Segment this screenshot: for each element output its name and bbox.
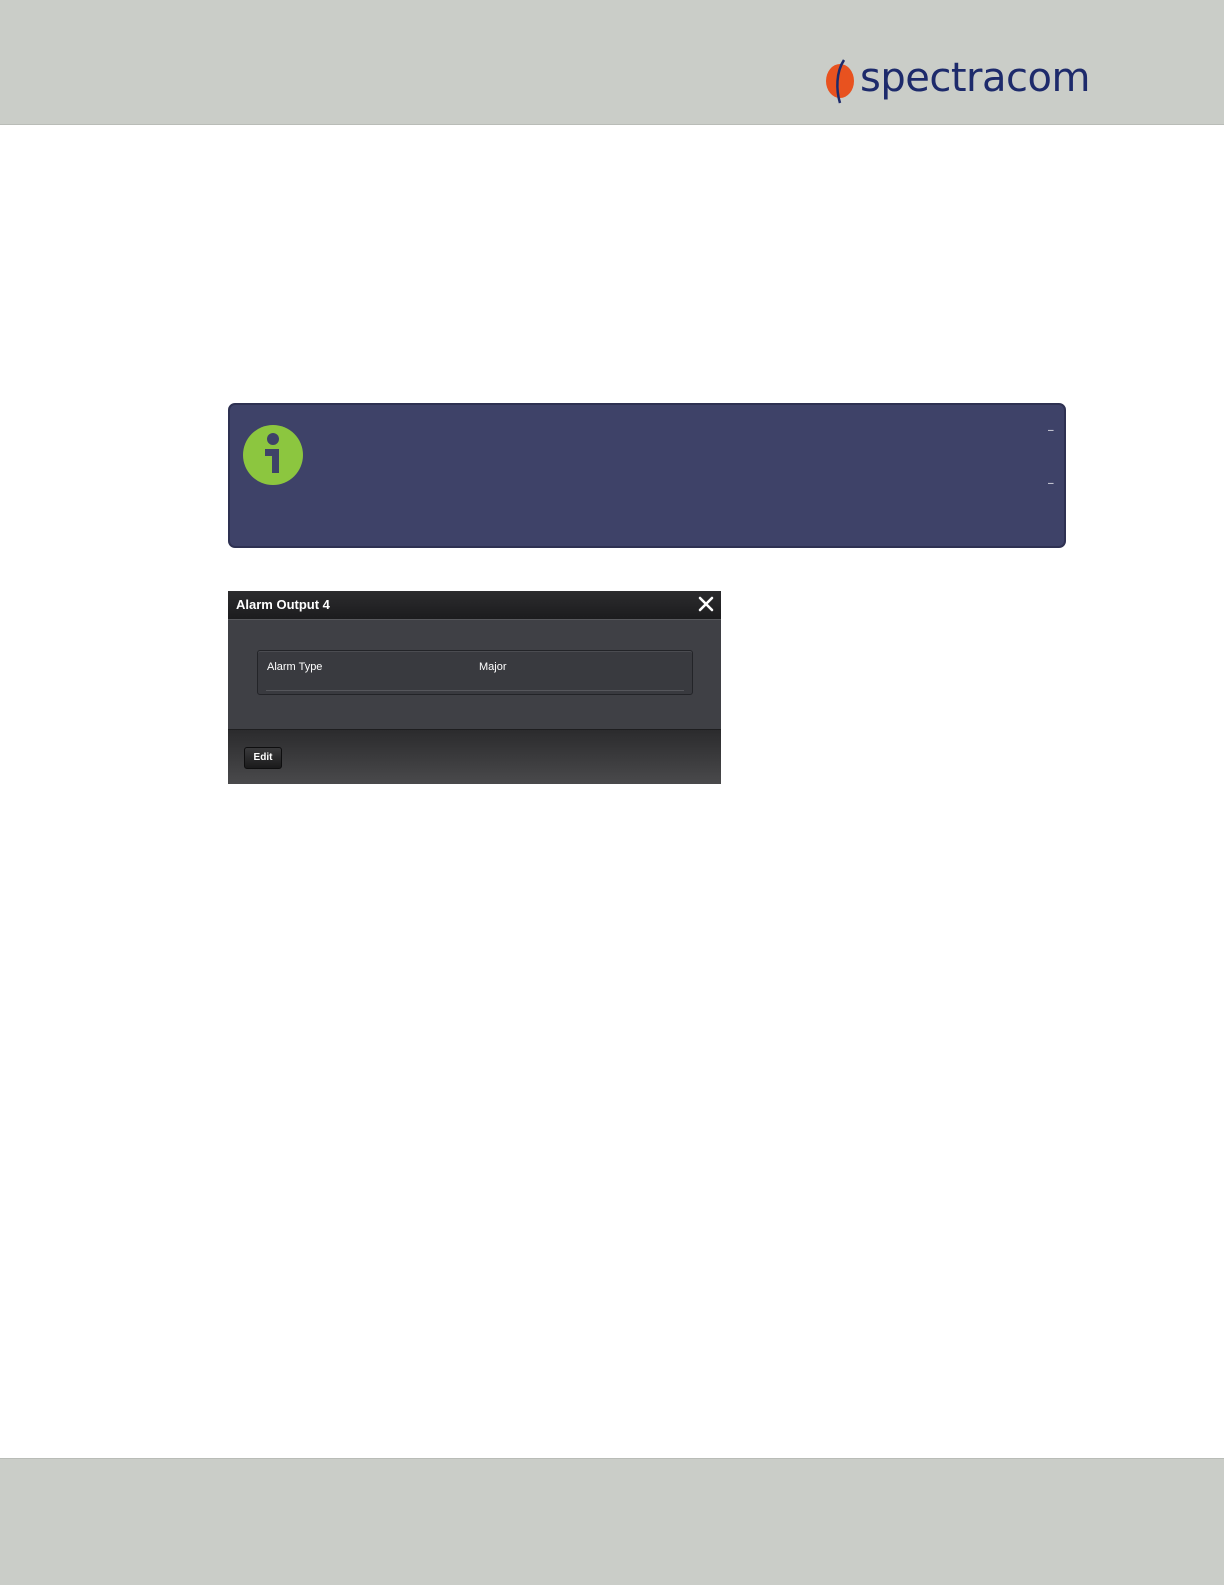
close-icon[interactable] bbox=[698, 596, 714, 612]
panel-title-bar: Alarm Output 4 bbox=[228, 591, 721, 620]
panel-title: Alarm Output 4 bbox=[236, 597, 330, 612]
logo-text: spectracom bbox=[860, 55, 1090, 101]
spectracom-logo: spectracom bbox=[824, 55, 1090, 106]
panel-footer: Edit bbox=[228, 729, 721, 784]
alarm-type-field: Alarm Type Major bbox=[257, 650, 693, 695]
field-label: Alarm Type bbox=[267, 661, 323, 673]
info-note-box: – – bbox=[228, 403, 1066, 548]
note-mark: – bbox=[1048, 425, 1054, 436]
spectracom-logo-icon bbox=[826, 59, 854, 104]
note-mark: – bbox=[1048, 478, 1054, 489]
page-header: spectracom bbox=[0, 0, 1224, 125]
page-footer bbox=[0, 1458, 1224, 1585]
field-value: Major bbox=[479, 661, 507, 673]
field-divider bbox=[266, 690, 684, 691]
edit-button[interactable]: Edit bbox=[244, 747, 282, 769]
panel-body: Alarm Type Major bbox=[228, 620, 721, 729]
info-icon bbox=[243, 425, 303, 485]
alarm-output-panel: Alarm Output 4 Alarm Type Major Edit bbox=[228, 591, 721, 784]
